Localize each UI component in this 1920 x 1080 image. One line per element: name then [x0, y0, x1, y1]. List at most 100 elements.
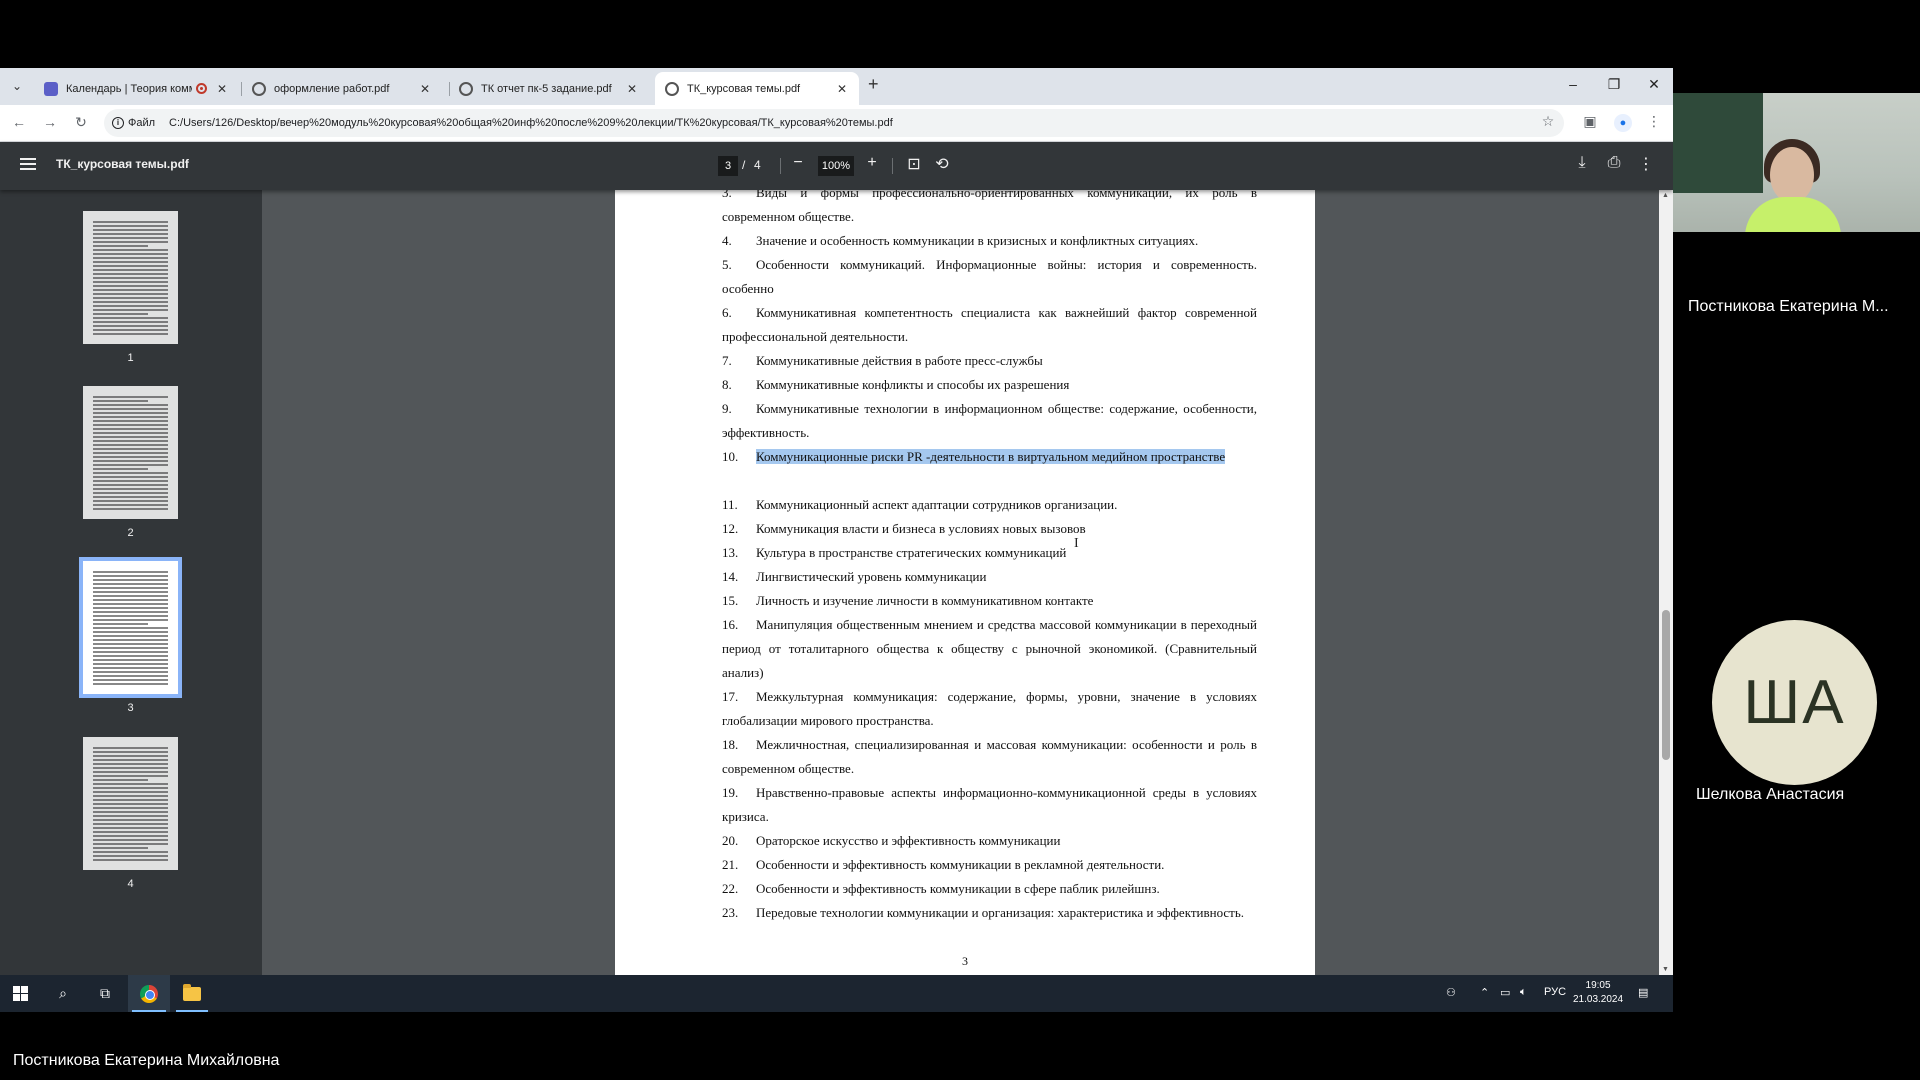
thumbnail-text-line	[93, 839, 168, 841]
thumbnail-text-line	[93, 755, 168, 757]
thumbnail-text-line	[93, 651, 168, 653]
thumbnail-page-2[interactable]	[83, 386, 178, 519]
rotate-icon: ⟲	[935, 156, 949, 173]
print-button[interactable]: ⎙	[1604, 154, 1624, 172]
thumbnail-text-line	[93, 428, 168, 430]
thumbnail-text-line	[93, 747, 168, 749]
close-icon[interactable]: ✕	[625, 82, 639, 96]
pdf-menu-button[interactable]: ⋮	[1636, 154, 1656, 174]
thumbnail-text-line	[93, 803, 168, 805]
tab-calendar[interactable]: Календарь | Теория комм ✕	[34, 72, 239, 105]
scrollbar-thumb[interactable]	[1662, 610, 1670, 760]
site-info-button[interactable]: i Файл	[112, 117, 155, 129]
thumbnail-text-line	[93, 444, 168, 446]
search-button[interactable]: ⌕	[44, 975, 82, 1012]
close-icon[interactable]: ✕	[835, 82, 849, 96]
participant-avatar[interactable]: ША	[1712, 620, 1877, 785]
thumbnail-number: 4	[127, 878, 134, 890]
list-item: 16. Манипуляция общественным мнением и ср…	[722, 617, 1257, 680]
participant-camera[interactable]	[1673, 93, 1920, 232]
zoom-out-button[interactable]: −	[788, 154, 808, 172]
fit-page-button[interactable]: ⊡	[904, 154, 924, 174]
chevron-up-icon[interactable]: ⌃	[1480, 986, 1489, 999]
back-button[interactable]: ←	[9, 114, 29, 130]
thumbnail-text-line	[93, 767, 168, 769]
thumbnail-page-3[interactable]	[79, 557, 182, 698]
rotate-button[interactable]: ⟲	[932, 154, 952, 174]
thumbnail-text-line	[93, 791, 168, 793]
kebab-icon: ⋮	[1638, 156, 1654, 173]
task-view-button[interactable]: ⧉	[86, 975, 124, 1012]
pdf-title: ТК_курсовая темы.pdf	[56, 157, 189, 171]
network-icon[interactable]: ▭	[1500, 986, 1510, 999]
chalkboard	[1673, 93, 1763, 193]
volume-icon[interactable]: 🔈︎	[1520, 986, 1527, 999]
close-icon[interactable]: ✕	[215, 82, 229, 96]
arrow-left-icon: ←	[12, 114, 26, 130]
close-icon[interactable]: ✕	[418, 82, 432, 96]
taskbar-clock[interactable]: 19:05 21.03.2024	[1573, 979, 1623, 1007]
omnibox[interactable]: i Файл C:/Users/126/Desktop/вечер%20моду…	[104, 109, 1564, 137]
thumbnail-page-1[interactable]	[83, 211, 178, 344]
tab-kursovaya[interactable]: ТК_курсовая темы.pdf ✕	[655, 72, 859, 105]
tab-oformlenie[interactable]: оформление работ.pdf ✕	[242, 72, 442, 105]
thumbnail-text-line	[93, 819, 168, 821]
scroll-down-icon[interactable]: ▼	[1662, 966, 1669, 973]
browser-menu-button[interactable]: ⋮	[1644, 113, 1664, 130]
new-tab-button[interactable]: +	[868, 74, 879, 95]
thumbnail-text-line	[93, 827, 168, 829]
page-number-input[interactable]: 3	[718, 156, 738, 176]
minimize-button[interactable]: –	[1558, 76, 1588, 92]
zoom-input[interactable]: 100%	[818, 156, 854, 176]
thumbnail-text-line	[93, 671, 168, 673]
thumbnail-text-line	[93, 317, 168, 319]
tab-search-button[interactable]: ⌄	[7, 76, 27, 96]
download-button[interactable]: ⤓	[1572, 154, 1592, 172]
explorer-taskbar-button[interactable]	[172, 975, 212, 1012]
text-selection: Коммуникационные риски PR -деятельности …	[756, 449, 1226, 464]
profile-button[interactable]: ●	[1614, 114, 1632, 132]
tab-otchet[interactable]: ТК отчет пк-5 задание.pdf ✕	[449, 72, 649, 105]
pdf-viewer[interactable]: 3. Виды и формы профессионально-ориентиро…	[262, 190, 1673, 975]
bookmark-button[interactable]: ☆	[1538, 113, 1558, 130]
reload-button[interactable]: ↻	[71, 114, 91, 131]
zoom-in-button[interactable]: +	[862, 154, 882, 172]
page-footer-number: 3	[962, 954, 968, 968]
language-indicator[interactable]: РУС	[1544, 986, 1566, 998]
menu-icon[interactable]	[20, 156, 36, 172]
chrome-taskbar-button[interactable]	[128, 975, 170, 1012]
thumbnail-text-line	[93, 843, 168, 845]
teams-icon	[44, 81, 58, 96]
url-text[interactable]: C:/Users/126/Desktop/вечер%20модуль%20ку…	[169, 117, 893, 129]
start-button[interactable]	[0, 975, 40, 1012]
thumbnail-number: 1	[127, 352, 134, 364]
thumbnail-text-line	[93, 293, 168, 295]
thumbnail-text-line	[93, 456, 168, 458]
side-panel-button[interactable]: ▣	[1580, 113, 1600, 130]
list-item: 5. Особенности коммуникаций. Информационн…	[722, 257, 1257, 296]
thumbnail-text-line	[93, 400, 148, 402]
thumbnail-text-line	[93, 591, 168, 593]
people-icon[interactable]: ⚇	[1446, 986, 1456, 999]
thumbnail-text-line	[93, 416, 168, 418]
download-icon: ⤓	[1578, 154, 1586, 171]
thumbnail-text-line	[93, 325, 168, 327]
scroll-up-icon[interactable]: ▲	[1662, 192, 1669, 199]
pdf-toolbar: ТК_курсовая темы.pdf 3 / 4 − 100% + ⊡ ⟲ …	[0, 142, 1673, 190]
thumbnail-text-line	[93, 575, 168, 577]
thumbnail-text-line	[93, 859, 168, 861]
thumbnail-text-line	[93, 396, 168, 398]
thumbnail-text-line	[93, 329, 168, 331]
page-total: 4	[754, 158, 761, 172]
thumbnail-text-line	[93, 504, 168, 506]
participant-face	[1770, 147, 1814, 203]
forward-button[interactable]: →	[40, 114, 60, 130]
restore-button[interactable]: ❐	[1599, 76, 1629, 93]
list-item-highlighted: 10. Коммуникационные риски PR -деятельнос…	[722, 449, 1226, 464]
reload-icon: ↻	[75, 114, 87, 130]
vertical-scrollbar[interactable]: ▲ ▼	[1659, 190, 1673, 975]
close-window-button[interactable]: ✕	[1639, 76, 1669, 93]
thumbnail-page-4[interactable]	[83, 737, 178, 870]
list-item: 19. Нравственно-правовые аспекты информац…	[722, 785, 1257, 824]
notifications-icon[interactable]: ▤	[1638, 986, 1648, 999]
